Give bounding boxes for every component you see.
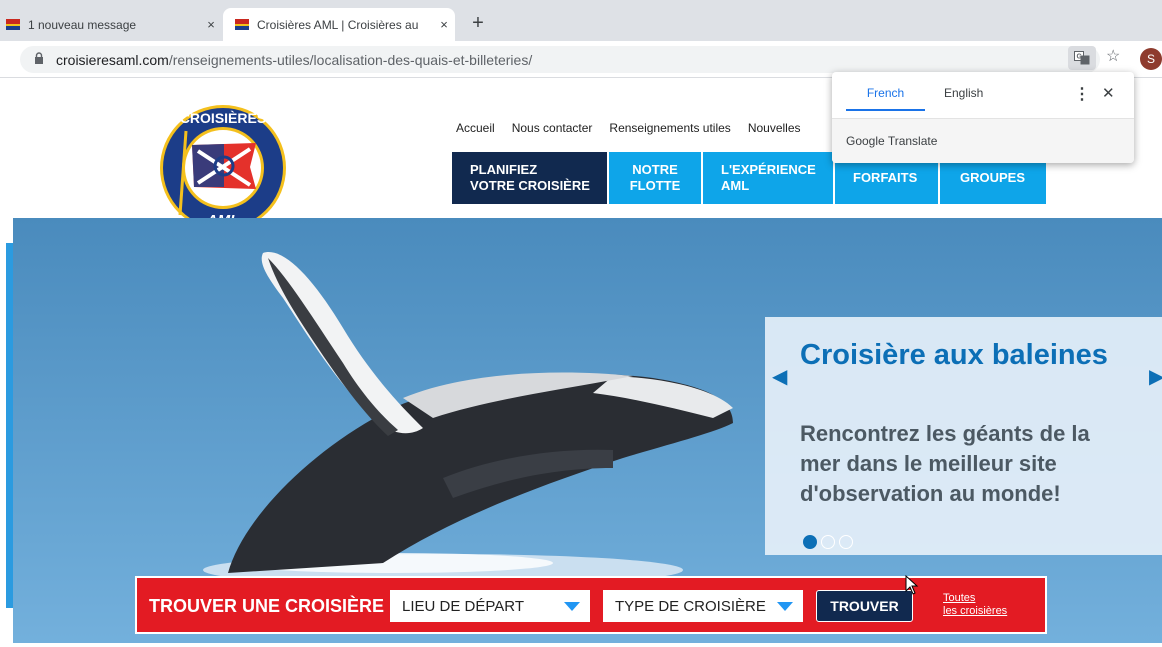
tab-title: 1 nouveau message (28, 17, 137, 32)
hero-edge (6, 243, 13, 608)
logo-text-top: CROISIÈRES (180, 110, 266, 126)
lock-icon[interactable] (34, 52, 46, 67)
nav-label: NOTRE (632, 162, 678, 177)
translate-tab-english[interactable]: English (944, 86, 983, 100)
slide-dot-1[interactable] (803, 535, 817, 549)
translate-icon[interactable]: G (1068, 46, 1096, 70)
google-translate-brand: Google Translate (846, 134, 938, 148)
caret-down-icon (777, 602, 793, 611)
departure-value: LIEU DE DÉPART (402, 597, 524, 615)
find-button[interactable]: TROUVER (816, 590, 913, 622)
aml-logo[interactable]: CROISIÈRES AML (158, 103, 288, 233)
nav-link-nouvelles[interactable]: Nouvelles (748, 121, 801, 135)
more-options-icon[interactable]: ⋮ (1074, 84, 1090, 104)
cruise-type-select[interactable]: TYPE DE CROISIÈRE (603, 590, 803, 622)
nav-link-contact[interactable]: Nous contacter (512, 121, 593, 135)
flag-favicon-icon (235, 19, 249, 30)
finder-label: TROUVER UNE CROISIÈRE (149, 596, 385, 616)
nav-label: GROUPES (960, 170, 1026, 185)
nav-link-renseignements[interactable]: Renseignements utiles (609, 121, 730, 135)
slide-dot-2[interactable] (821, 535, 835, 549)
bookmark-star-icon[interactable]: ☆ (1106, 46, 1120, 66)
caret-down-icon (564, 602, 580, 611)
nav-link-accueil[interactable]: Accueil (456, 121, 495, 135)
next-slide-icon[interactable]: ▶ (1149, 364, 1162, 389)
nav-label: L'EXPÉRIENCE (721, 162, 816, 177)
translate-popup: French English ⋮ ✕ Google Translate (832, 72, 1134, 163)
all-cruises-link[interactable]: Toutes les croisières (943, 592, 1007, 618)
browser-window: 1 nouveau message × Croisières AML | Cro… (0, 0, 1162, 647)
nav-label: FORFAITS (853, 170, 918, 185)
url-path: /renseignements-utiles/localisation-des-… (168, 51, 533, 68)
close-icon[interactable]: × (433, 17, 455, 32)
new-tab-button[interactable]: + (468, 12, 488, 34)
top-nav: Accueil Nous contacter Renseignements ut… (456, 121, 818, 135)
translate-tab-french[interactable]: French (846, 86, 925, 100)
close-icon[interactable]: × (200, 17, 222, 32)
hero-subtitle: Rencontrez les géants de la mer dans le … (800, 421, 1090, 506)
close-icon[interactable]: ✕ (1102, 84, 1115, 102)
nav-label: FLOTTE (629, 178, 681, 193)
nav-planifiez[interactable]: PLANIFIEZ VOTRE CROISIÈRE (452, 152, 607, 204)
nav-label: VOTRE CROISIÈRE (470, 178, 590, 193)
all-cruises-line2: les croisières (943, 605, 1008, 617)
address-bar[interactable]: croisieresaml.com/renseignements-utiles/… (20, 46, 1100, 73)
nav-label: AML (721, 178, 750, 193)
tab-croisieres[interactable]: Croisières AML | Croisières au × (223, 8, 455, 41)
tab-title: Croisières AML | Croisières au (257, 17, 419, 32)
hero-title[interactable]: Croisière aux baleines (800, 338, 1130, 372)
nav-label: PLANIFIEZ (470, 162, 538, 177)
cruise-type-value: TYPE DE CROISIÈRE (615, 597, 766, 615)
departure-select[interactable]: LIEU DE DÉPART (390, 590, 590, 622)
flag-favicon-icon (6, 19, 20, 30)
profile-avatar[interactable]: S (1140, 48, 1162, 70)
slide-indicators (803, 535, 857, 549)
nav-experience[interactable]: L'EXPÉRIENCE AML (703, 152, 833, 204)
mouse-cursor-icon (905, 575, 919, 595)
tab-strip: 1 nouveau message × Croisières AML | Cro… (0, 0, 1162, 41)
tab-messages[interactable]: 1 nouveau message × (0, 8, 222, 41)
url-domain: croisieresaml.com (56, 51, 169, 68)
all-cruises-line1: Toutes (943, 592, 976, 604)
slide-dot-3[interactable] (839, 535, 853, 549)
active-tab-underline (846, 109, 925, 111)
nav-flotte[interactable]: NOTRE FLOTTE (609, 152, 701, 204)
prev-slide-icon[interactable]: ◀ (772, 364, 787, 389)
